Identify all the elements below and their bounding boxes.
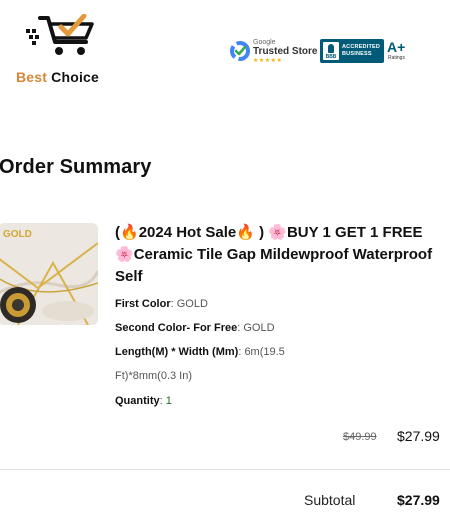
attr-size-continued: Ft)*8mm(0.3 In) — [115, 369, 192, 383]
fire-icon: 🔥 — [120, 224, 139, 241]
attr-label: Second Color- For Free — [115, 322, 238, 334]
attr-label: Quantity — [115, 395, 160, 407]
bbb-line2: BUSINESS — [342, 51, 372, 57]
flower-icon: 🌸 — [268, 224, 287, 241]
attr-second-color: Second Color- For Free: GOLD — [115, 322, 275, 334]
attr-label: First Color — [115, 298, 171, 310]
attr-quantity: Quantity: 1 — [115, 395, 172, 407]
attr-value: Ft)*8mm(0.3 In) — [115, 370, 193, 382]
subtotal-value: $27.99 — [397, 492, 440, 508]
rating-grade: A+ — [387, 39, 406, 55]
rating-label: Ratings — [388, 55, 405, 61]
flower-icon: 🌸 — [115, 246, 134, 263]
attr-label: Length(M) * Width (Mm) — [115, 346, 239, 358]
attr-value: GOLD — [176, 298, 208, 310]
bbb-rating: A+ Ratings — [386, 39, 410, 63]
trust-provider: Google — [253, 39, 276, 46]
bbb-seal-icon: BBB — [323, 42, 339, 60]
divider — [0, 469, 450, 470]
product-title[interactable]: (🔥2024 Hot Sale🔥 ) 🌸BUY 1 GET 1 FREE 🌸Cer… — [115, 222, 445, 288]
bbb-text: ACCREDITED BUSINESS — [342, 44, 380, 58]
attr-first-color: First Color: GOLD — [115, 298, 208, 310]
google-trusted-store-badge[interactable]: Google Trusted Store ★★★★★ — [229, 38, 319, 64]
google-icon — [230, 41, 250, 61]
bbb-accredited-badge[interactable]: BBB ACCREDITED BUSINESS — [320, 39, 384, 63]
brand-best: Best — [16, 69, 48, 85]
brand-name: Best Choice — [16, 69, 99, 85]
title-sale: 2024 Hot Sale — [138, 224, 237, 241]
brand-choice: Choice — [51, 69, 100, 85]
trust-label: Trusted Store — [253, 46, 318, 57]
thumbnail-label: GOLD — [3, 229, 32, 240]
quantity-value: 1 — [165, 395, 172, 407]
current-price: $27.99 — [397, 428, 440, 444]
attr-size: Length(M) * Width (Mm): 6m(19.5 — [115, 346, 285, 358]
attr-value: 6m(19.5 — [244, 346, 285, 358]
product-thumbnail[interactable]: GOLD — [0, 223, 98, 325]
order-summary-title: Order Summary — [0, 156, 152, 178]
shopping-cart-icon — [26, 14, 94, 55]
title-promo: BUY 1 GET 1 FREE — [286, 224, 423, 241]
title-paren-close: ) — [259, 224, 265, 241]
subtotal-label: Subtotal — [304, 492, 356, 508]
store-logo[interactable]: Best Choice — [14, 14, 108, 88]
fire-icon: 🔥 — [236, 224, 255, 241]
attr-value: GOLD — [243, 322, 275, 334]
bbb-line1: ACCREDITED — [342, 44, 381, 50]
original-price: $49.99 — [343, 431, 377, 443]
rating-stars: ★★★★★ — [253, 58, 283, 64]
checkout-page: Best Choice Google Trusted Store ★★★★★ BB… — [0, 0, 450, 513]
title-name: Ceramic Tile Gap Mildewproof Waterproof … — [115, 246, 433, 285]
